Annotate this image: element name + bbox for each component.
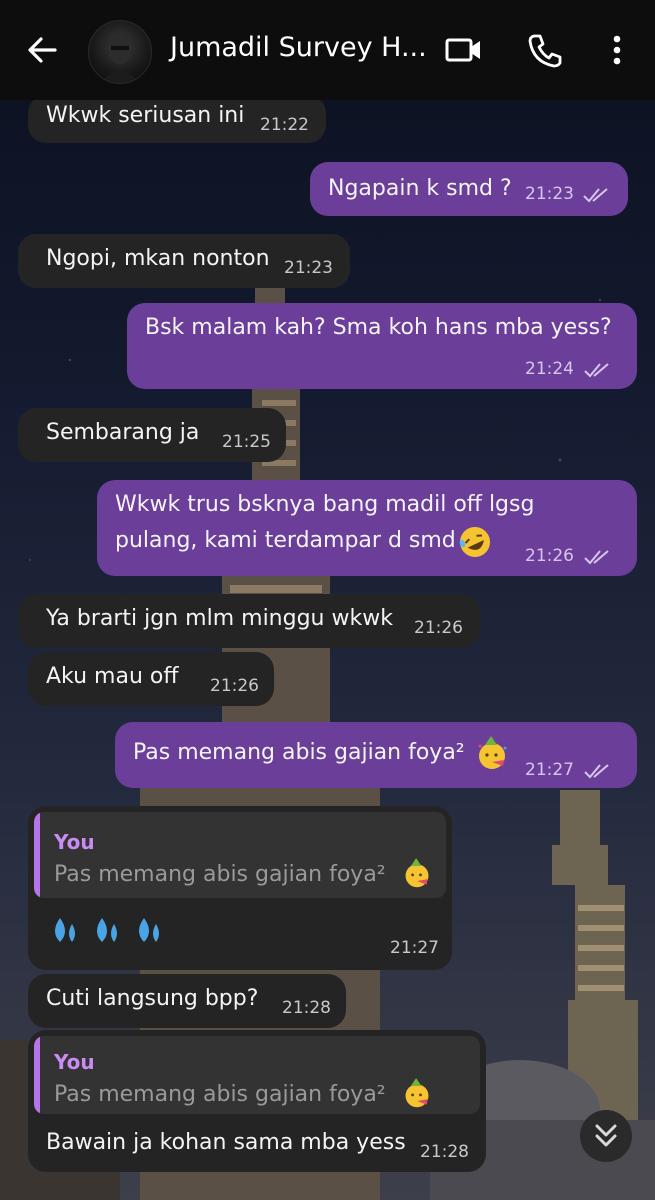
message-time: 21:27 bbox=[525, 760, 574, 780]
message-bubble-outgoing[interactable]: Pas memang abis gajian foya² 21:27 bbox=[115, 722, 637, 788]
message-text: Aku mau off bbox=[46, 664, 179, 689]
video-call-icon[interactable] bbox=[444, 30, 484, 70]
message-time: 21:24 bbox=[525, 359, 574, 379]
quote-accent-bar bbox=[34, 812, 40, 898]
message-time: 21:22 bbox=[260, 115, 309, 135]
message-time: 21:26 bbox=[414, 618, 463, 638]
message-text-line-1: Wkwk trus bsknya bang madil off lgsg bbox=[115, 492, 535, 517]
partying-face-emoji bbox=[405, 858, 429, 888]
message-text: Ngapain k smd ? bbox=[328, 176, 512, 201]
rofl-emoji bbox=[459, 527, 490, 557]
contact-name[interactable]: Jumadil Survey H... bbox=[170, 32, 427, 63]
quoted-message[interactable]: You Pas memang abis gajian foya² bbox=[34, 812, 446, 898]
message-bubble-incoming[interactable]: Wkwk seriusan ini 21:22 bbox=[28, 95, 326, 143]
message-bubble-incoming[interactable]: Ngopi, mkan nonton 21:23 bbox=[18, 234, 350, 288]
more-vert-icon[interactable] bbox=[597, 30, 637, 70]
message-time: 21:23 bbox=[284, 258, 333, 278]
double-chevron-down-icon bbox=[595, 1124, 617, 1147]
message-bubble-incoming[interactable]: Aku mau off 21:26 bbox=[28, 652, 274, 706]
message-time: 21:28 bbox=[282, 998, 331, 1018]
message-time: 21:26 bbox=[525, 546, 574, 566]
partying-face-emoji bbox=[478, 736, 507, 769]
message-bubble-incoming[interactable]: Ya brarti jgn mlm minggu wkwk 21:26 bbox=[18, 594, 480, 648]
message-bubble-outgoing[interactable]: Bsk malam kah? Sma koh hans mba yess? 21… bbox=[127, 303, 637, 389]
message-text: Cuti langsung bpp? bbox=[46, 986, 259, 1011]
message-time: 21:25 bbox=[222, 432, 271, 452]
message-text: Pas memang abis gajian foya² bbox=[133, 740, 465, 765]
message-text: Wkwk seriusan ini bbox=[46, 103, 245, 128]
message-text: Ya brarti jgn mlm minggu wkwk bbox=[46, 606, 393, 631]
read-ticks-icon bbox=[583, 188, 608, 203]
message-text-line-2: pulang, kami terdampar d smd bbox=[115, 528, 456, 553]
read-ticks-icon bbox=[584, 764, 609, 779]
message-time: 21:27 bbox=[390, 938, 439, 958]
read-ticks-icon bbox=[584, 363, 609, 378]
scroll-to-bottom-button[interactable] bbox=[580, 1110, 632, 1162]
message-bubble-incoming-reply[interactable]: You Pas memang abis gajian foya² 21:27 bbox=[28, 806, 452, 970]
message-text: Ngopi, mkan nonton bbox=[46, 246, 270, 271]
message-bubble-outgoing[interactable]: Ngapain k smd ? 21:23 bbox=[310, 162, 628, 216]
quote-accent-bar bbox=[34, 1036, 40, 1114]
quoted-message[interactable]: You Pas memang abis gajian foya² bbox=[34, 1036, 480, 1114]
partying-face-emoji bbox=[405, 1078, 429, 1108]
chat-header: Jumadil Survey H... bbox=[0, 0, 655, 100]
message-time: 21:26 bbox=[210, 676, 259, 696]
message-text: Bawain ja kohan sama mba yess bbox=[46, 1130, 406, 1155]
quoted-text: Pas memang abis gajian foya² bbox=[54, 1082, 386, 1107]
contact-avatar[interactable] bbox=[88, 20, 152, 84]
read-ticks-icon bbox=[584, 550, 609, 565]
message-bubble-incoming-reply[interactable]: You Pas memang abis gajian foya² Bawain … bbox=[28, 1030, 486, 1172]
message-text: Bsk malam kah? Sma koh hans mba yess? bbox=[145, 315, 612, 340]
quoted-author: You bbox=[54, 830, 95, 854]
message-text: Sembarang ja bbox=[46, 420, 200, 445]
message-bubble-incoming[interactable]: Cuti langsung bpp? 21:28 bbox=[28, 974, 346, 1028]
message-bubble-incoming[interactable]: Sembarang ja 21:25 bbox=[18, 408, 286, 462]
message-bubble-outgoing[interactable]: Wkwk trus bsknya bang madil off lgsg pul… bbox=[97, 480, 637, 576]
quoted-text: Pas memang abis gajian foya² bbox=[54, 862, 386, 887]
back-arrow-icon[interactable] bbox=[22, 30, 62, 70]
message-time: 21:23 bbox=[525, 184, 574, 204]
message-list[interactable]: Wkwk seriusan ini 21:22 Ngapain k smd ? … bbox=[0, 0, 655, 1200]
message-time: 21:28 bbox=[420, 1142, 469, 1162]
quoted-author: You bbox=[54, 1050, 95, 1074]
phone-icon[interactable] bbox=[525, 30, 565, 70]
sweat-droplets-emoji-group bbox=[55, 918, 159, 942]
